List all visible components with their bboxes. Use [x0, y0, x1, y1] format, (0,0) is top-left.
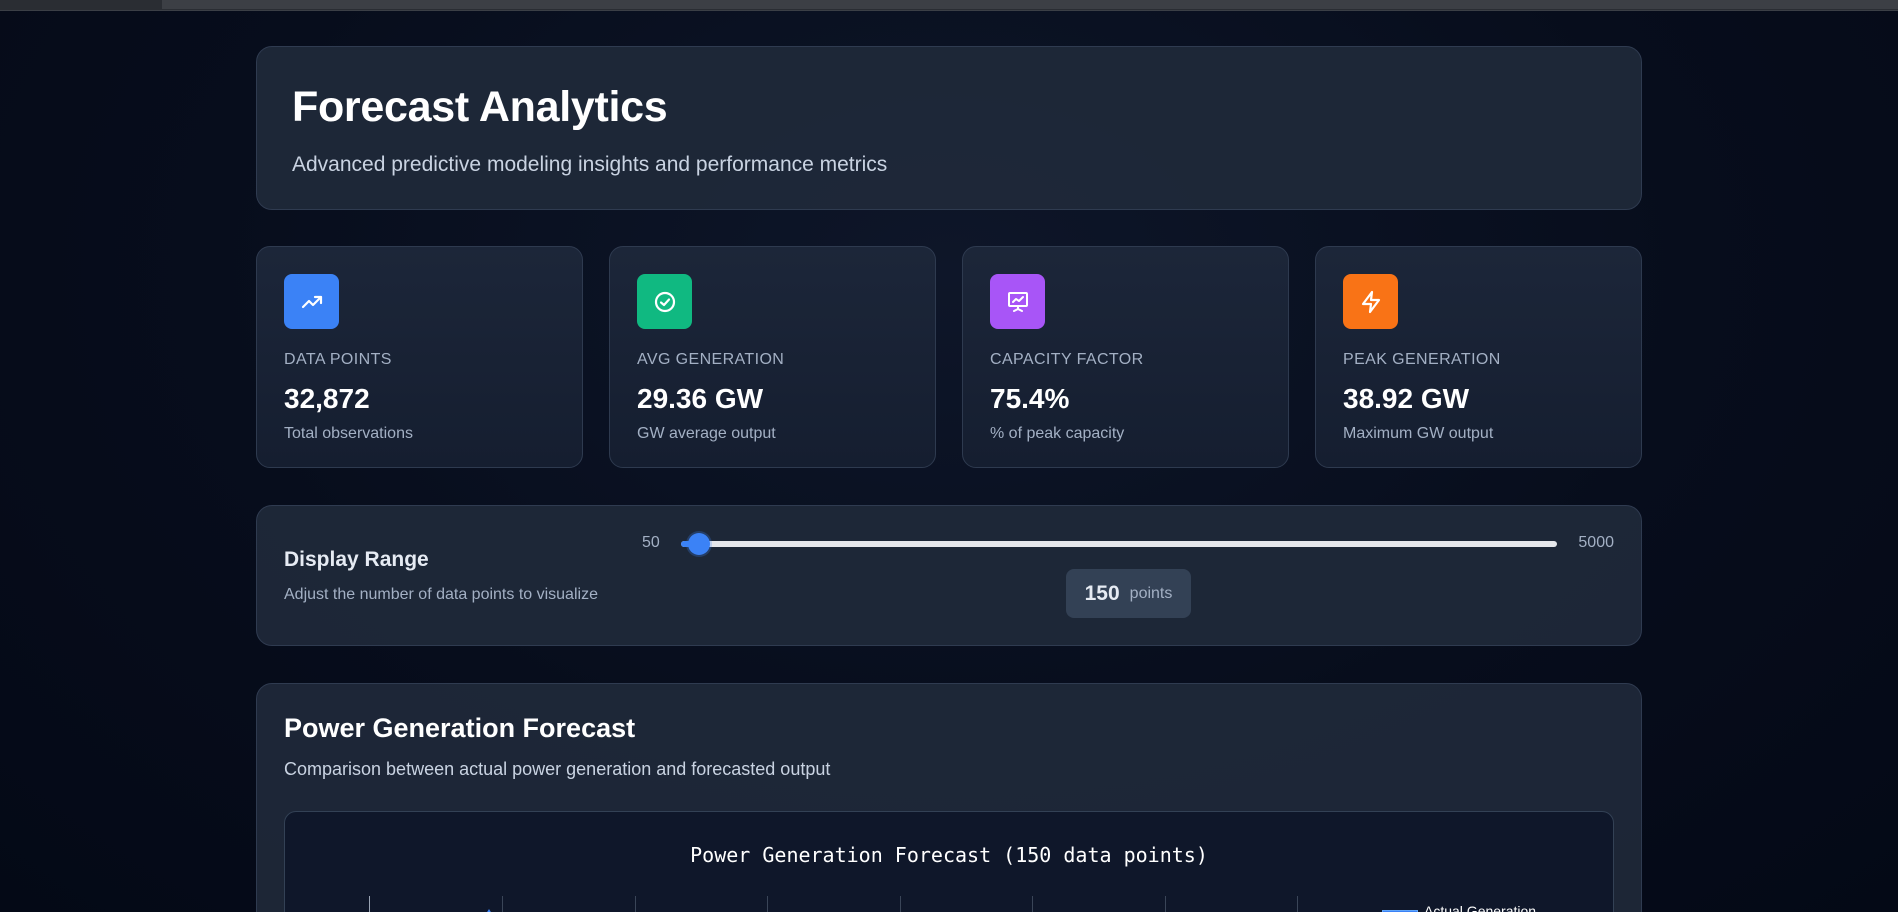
range-max-label: 5000	[1578, 534, 1614, 551]
dashboard-container: Forecast Analytics Advanced predictive m…	[256, 46, 1642, 912]
grid-line	[767, 896, 768, 912]
range-description: Adjust the number of data points to visu…	[284, 586, 598, 603]
stat-card-peak-generation: PEAK GENERATION 38.92 GW Maximum GW outp…	[1315, 246, 1642, 468]
header-card: Forecast Analytics Advanced predictive m…	[256, 46, 1642, 210]
stat-value: 38.92 GW	[1343, 383, 1470, 414]
stat-label: DATA POINTS	[284, 351, 392, 368]
points-badge: 150 points	[1066, 569, 1191, 618]
stat-label: AVG GENERATION	[637, 351, 785, 368]
grid-line	[1165, 896, 1166, 912]
slider-thumb[interactable]	[687, 533, 710, 555]
check-circle-icon	[637, 274, 692, 329]
points-unit: points	[1129, 584, 1173, 602]
stat-label: PEAK GENERATION	[1343, 351, 1501, 368]
page-title: Forecast Analytics	[292, 83, 668, 131]
range-slider[interactable]	[681, 533, 1557, 555]
range-title: Display Range	[284, 548, 429, 571]
lightning-icon	[1343, 274, 1398, 329]
grid-line	[900, 896, 901, 912]
stat-value: 29.36 GW	[637, 383, 764, 414]
legend-label: Actual Generation	[1424, 903, 1537, 912]
y-axis-line	[369, 896, 370, 912]
stat-value: 75.4%	[990, 383, 1070, 414]
browser-top-strip	[0, 0, 1898, 11]
presentation-chart-icon	[990, 274, 1045, 329]
stat-card-avg-generation: AVG GENERATION 29.36 GW GW average outpu…	[609, 246, 936, 468]
plot-title: Power Generation Forecast (150 data poin…	[690, 843, 1208, 867]
page-subtitle: Advanced predictive modeling insights an…	[292, 153, 888, 176]
stat-card-data-points: DATA POINTS 32,872 Total observations	[256, 246, 583, 468]
stat-card-capacity-factor: CAPACITY FACTOR 75.4% % of peak capacity	[962, 246, 1289, 468]
grid-line	[502, 896, 503, 912]
stat-label: CAPACITY FACTOR	[990, 351, 1144, 368]
range-min-label: 50	[642, 534, 660, 551]
display-range-card: Display Range Adjust the number of data …	[256, 505, 1642, 646]
grid-line	[1297, 896, 1298, 912]
stat-description: % of peak capacity	[990, 425, 1125, 442]
grid-line	[1032, 896, 1033, 912]
grid-line	[635, 896, 636, 912]
chart-plot-area: Power Generation Forecast (150 data poin…	[284, 811, 1614, 912]
stat-description: Maximum GW output	[1343, 425, 1494, 442]
points-value: 150	[1084, 581, 1120, 605]
trending-up-icon	[284, 274, 339, 329]
forecast-chart-card: Power Generation Forecast Comparison bet…	[256, 683, 1642, 912]
stats-row: DATA POINTS 32,872 Total observations AV…	[256, 246, 1642, 468]
chart-section-title: Power Generation Forecast	[284, 713, 636, 743]
stat-description: GW average output	[637, 425, 776, 442]
stat-value: 32,872	[284, 383, 370, 414]
stat-description: Total observations	[284, 425, 413, 442]
browser-tab-bar	[162, 0, 1898, 9]
chart-section-subtitle: Comparison between actual power generati…	[284, 759, 831, 779]
